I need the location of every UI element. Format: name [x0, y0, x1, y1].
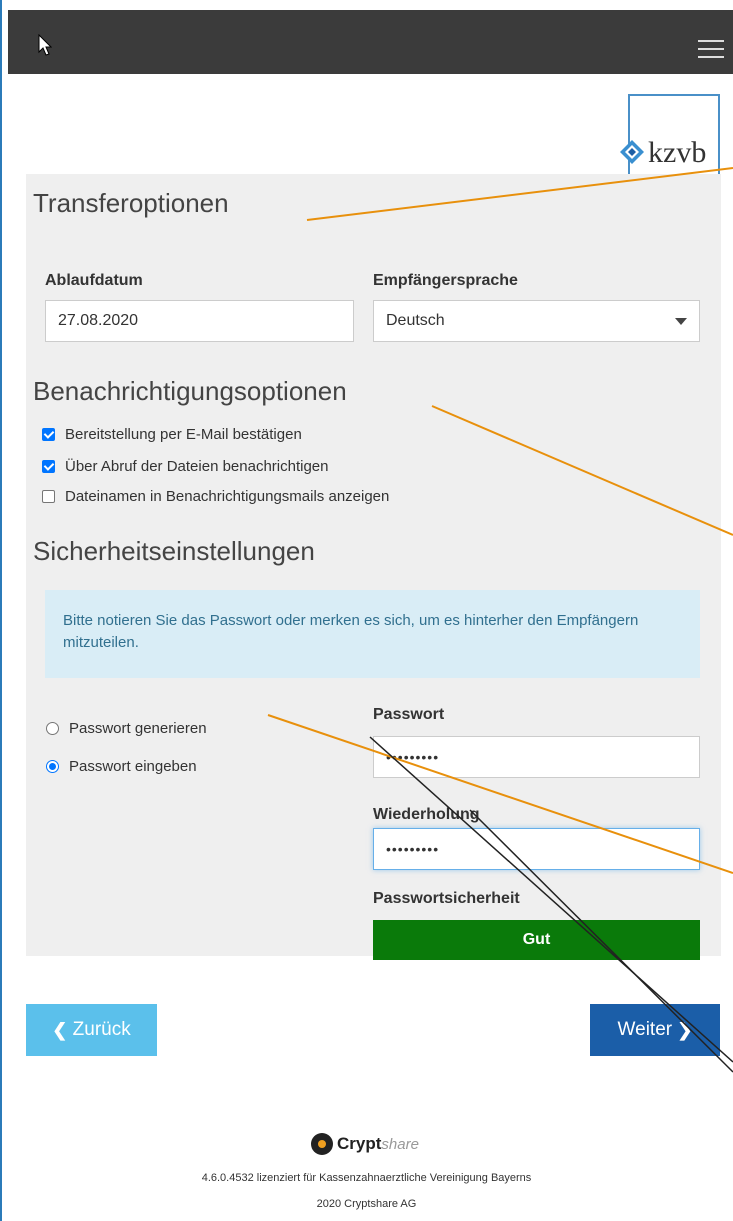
notify-confirm-email-option[interactable]: Bereitstellung per E-Mail bestätigen [42, 426, 302, 443]
password-strength-label: Passwortsicherheit [373, 890, 520, 907]
top-bar [8, 10, 733, 74]
notify-option-label: Bereitstellung per E-Mail bestätigen [65, 426, 302, 443]
license-text: 4.6.0.4532 lizenziert für Kassenzahnaerz… [201, 1172, 532, 1184]
section-title-transfer: Transferoptionen [33, 188, 229, 218]
kzvb-logo: kzvb [620, 94, 720, 184]
section-title-security: Sicherheitseinstellungen [33, 536, 315, 566]
radio-generate-password[interactable]: Passwort generieren [46, 720, 207, 737]
password-strength-indicator: Gut [373, 920, 700, 960]
back-button-label: Zurück [72, 1019, 131, 1040]
notify-filenames-option[interactable]: Dateinamen in Benachrichtigungsmails anz… [42, 488, 389, 505]
expiry-date-input[interactable]: 27.08.2020 [45, 300, 354, 342]
left-border [0, 0, 2, 1221]
checkbox-unchecked[interactable] [42, 490, 55, 503]
notify-option-label: Dateinamen in Benachrichtigungsmails anz… [65, 488, 390, 505]
password-repeat-input[interactable]: ••••••••• [373, 828, 700, 870]
copyright-text: 2020 Cryptshare AG [316, 1198, 417, 1210]
logo-text: kzvb [648, 136, 707, 169]
checkbox-checked[interactable] [42, 428, 55, 441]
checkbox-checked[interactable] [42, 460, 55, 473]
password-input[interactable]: ••••••••• [373, 736, 700, 778]
password-info-alert: Bitte notieren Sie das Passwort oder mer… [45, 590, 700, 678]
recipient-language-select[interactable]: Deutsch [373, 300, 700, 342]
language-select-value: Deutsch [386, 312, 445, 329]
language-label: Empfängersprache [373, 272, 518, 289]
next-button-label: Weiter [617, 1019, 673, 1040]
chevron-left-icon: ❮ [52, 1019, 68, 1040]
cryptshare-logo-icon [311, 1133, 333, 1155]
section-title-notification: Benachrichtigungsoptionen [33, 376, 347, 406]
mouse-pointer-icon [38, 34, 52, 56]
expiry-label: Ablaufdatum [45, 272, 143, 289]
radio-label: Passwort eingeben [69, 758, 197, 775]
next-button[interactable]: Weiter ❯ [590, 1004, 720, 1056]
brand-crypt: Crypt [337, 1134, 382, 1153]
notify-download-option[interactable]: Über Abruf der Dateien benachrichtigen [42, 458, 329, 475]
chevron-down-icon [675, 318, 687, 325]
chevron-right-icon: ❯ [677, 1019, 693, 1040]
password-repeat-label: Wiederholung [373, 806, 480, 823]
radio-label: Passwort generieren [69, 720, 207, 737]
radio-enter-password[interactable]: Passwort eingeben [46, 758, 197, 775]
cryptshare-logo: Crypt share [311, 1133, 419, 1155]
notify-option-label: Über Abruf der Dateien benachrichtigen [65, 458, 329, 475]
transfer-panel: Transferoptionen Ablaufdatum 27.08.2020 … [26, 174, 721, 960]
radio-button-selected[interactable] [46, 760, 59, 773]
hamburger-menu-icon[interactable] [698, 40, 724, 60]
password-label: Passwort [373, 706, 445, 723]
radio-button[interactable] [46, 722, 59, 735]
back-button[interactable]: ❮ Zurück [26, 1004, 157, 1056]
brand-share: share [381, 1135, 419, 1153]
kzvb-logo-mark-icon [620, 140, 644, 164]
